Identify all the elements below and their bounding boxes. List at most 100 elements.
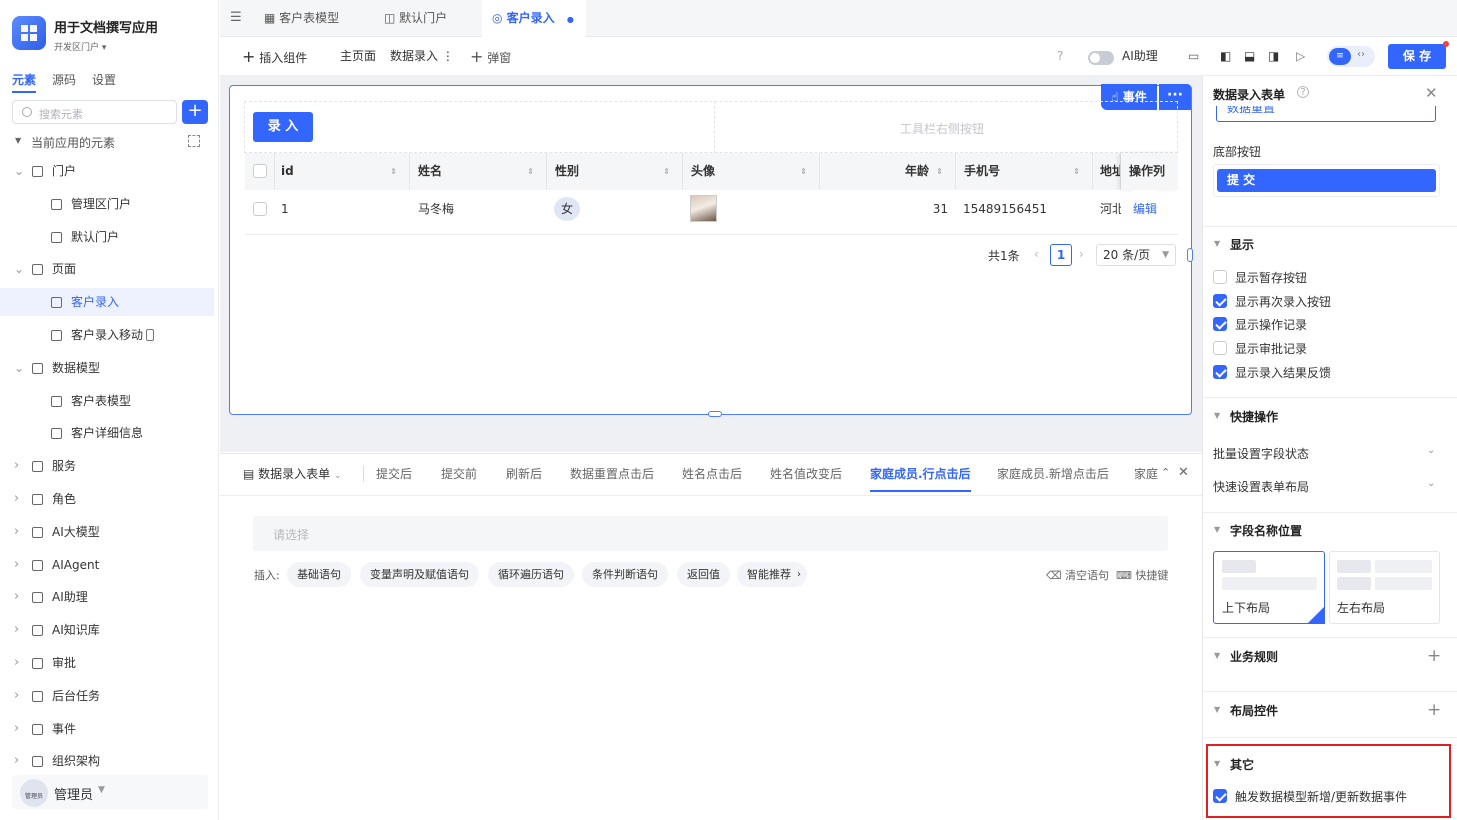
event-tab[interactable]: 姓名值改变后	[770, 465, 842, 482]
tabs-collapse-icon[interactable]: ⌃	[1161, 466, 1170, 479]
sidebar-item[interactable]: › AI知识库	[0, 616, 214, 644]
env-selector[interactable]: 开发区门户 ▾	[54, 40, 106, 53]
design-view-icon[interactable]: ≡	[1329, 48, 1351, 65]
chevron-right-icon[interactable]: ›	[14, 551, 19, 579]
sidebar-item[interactable]: ⌄ 数据模型	[0, 354, 214, 382]
collapse-icon[interactable]: ▼	[1214, 651, 1220, 660]
submit-button[interactable]: 提 交	[1217, 169, 1436, 192]
event-tab[interactable]: 家庭成员.新增点击后	[997, 465, 1109, 482]
select-all-checkbox[interactable]	[253, 164, 267, 178]
collapse-icon[interactable]: ▼	[1214, 411, 1220, 420]
next-page-icon[interactable]: ›	[1079, 247, 1084, 261]
smart-recommend-button[interactable]: 智能推荐 ›	[737, 562, 807, 587]
sidebar-item[interactable]: 管理区门户	[0, 190, 214, 218]
section-field-label-position[interactable]: 字段名称位置	[1230, 522, 1302, 539]
col-header-address[interactable]: 地址	[1093, 153, 1121, 190]
collapse-icon[interactable]: ▼	[15, 136, 21, 145]
page-number[interactable]: 1	[1050, 244, 1072, 266]
add-layout-control-icon[interactable]: +	[1427, 700, 1441, 720]
section-quick-actions[interactable]: 快捷操作	[1230, 408, 1278, 425]
data-entry-breadcrumb[interactable]: 数据录入 ⋮	[390, 37, 454, 76]
section-other[interactable]: 其它	[1230, 756, 1254, 773]
edit-link[interactable]: 编辑	[1133, 190, 1158, 228]
display-option-checkbox[interactable]	[1213, 364, 1227, 379]
tab-default-portal[interactable]: ◫ 默认门户	[380, 0, 480, 37]
section-business-rules[interactable]: 业务规则	[1230, 648, 1278, 665]
event-tab[interactable]: 家庭成员.行点击后	[870, 465, 971, 492]
chevron-right-icon[interactable]: ›	[14, 715, 19, 743]
help-icon[interactable]: ?	[1297, 86, 1309, 98]
insert-variable-statement[interactable]: 变量声明及赋值语句	[360, 562, 479, 587]
tab-elements[interactable]: 元素	[12, 71, 37, 93]
chevron-right-icon[interactable]: ›	[14, 485, 19, 513]
sidebar-item[interactable]: › 事件	[0, 715, 214, 743]
ai-toggle[interactable]	[1088, 51, 1114, 65]
add-rule-icon[interactable]: +	[1427, 646, 1441, 666]
display-option-checkbox[interactable]	[1213, 317, 1227, 332]
save-button[interactable]: 保 存	[1388, 44, 1446, 69]
popup-button[interactable]: + 弹窗	[470, 37, 511, 78]
quick-form-layout[interactable]: 快速设置表单布局	[1213, 478, 1309, 495]
col-header-age[interactable]: 年龄 ⇕	[820, 153, 956, 190]
event-tab[interactable]: 提交后	[376, 465, 412, 482]
sidebar-item[interactable]: 客户录入移动	[0, 321, 214, 349]
event-tab[interactable]: 姓名点击后	[682, 465, 742, 482]
chevron-right-icon[interactable]: ›	[14, 518, 19, 546]
sidebar-item[interactable]: › AI助理	[0, 583, 214, 611]
insert-basic-statement[interactable]: 基础语句	[287, 562, 351, 587]
preview-icon[interactable]: ▷	[1296, 37, 1305, 76]
layout-right-icon[interactable]: ◨	[1268, 37, 1279, 76]
tab-customer-entry[interactable]: ◎ 客户录入 ●	[482, 0, 586, 37]
tab-source[interactable]: 源码	[52, 71, 76, 93]
tab-settings[interactable]: 设置	[92, 71, 116, 93]
col-header-phone[interactable]: 手机号 ⇕	[956, 153, 1093, 190]
collapse-icon[interactable]: ▼	[1214, 525, 1220, 534]
clear-statements-button[interactable]: ⌫ 清空语句	[1046, 567, 1109, 583]
row-checkbox[interactable]	[253, 202, 267, 216]
event-form-selector[interactable]: ▤ 数据录入表单 ⌄	[243, 465, 342, 482]
tab-customer-model[interactable]: ▦ 客户表模型	[260, 0, 370, 37]
batch-field-status[interactable]: 批量设置字段状态	[1213, 445, 1309, 462]
resize-handle-bottom[interactable]	[708, 411, 722, 417]
layout-left-icon[interactable]: ◧	[1220, 37, 1231, 76]
collapse-icon[interactable]: ▼	[1214, 759, 1220, 768]
insert-component-button[interactable]: + 插入组件	[242, 37, 307, 78]
close-panel-icon[interactable]: ✕	[1425, 84, 1438, 102]
sidebar-item[interactable]: › 角色	[0, 485, 214, 513]
sidebar-item[interactable]: › 组织架构	[0, 747, 214, 775]
col-header-gender[interactable]: 性别 ⇕	[547, 153, 683, 190]
toolbar-right-placeholder[interactable]: 工具栏右侧按钮	[900, 120, 984, 137]
reset-button-preview[interactable]: 数据重置	[1216, 106, 1436, 122]
sidebar-item[interactable]: › 后台任务	[0, 682, 214, 710]
close-icon[interactable]: ✕	[1178, 465, 1189, 480]
event-tab[interactable]: 数据重置点击后	[570, 465, 654, 482]
insert-condition-statement[interactable]: 条件判断语句	[582, 562, 668, 587]
event-tab[interactable]: 提交前	[441, 465, 477, 482]
col-header-avatar[interactable]: 头像 ⇕	[683, 153, 820, 190]
sidebar-item[interactable]: 客户表模型	[0, 387, 214, 415]
col-header-id[interactable]: id ⇕	[275, 153, 410, 190]
sidebar-item[interactable]: ⌄ 页面	[0, 255, 214, 283]
insert-loop-statement[interactable]: 循环遍历语句	[488, 562, 574, 587]
section-layout-controls[interactable]: 布局控件	[1230, 702, 1278, 719]
collapse-sidebar-icon[interactable]: ☰	[230, 10, 242, 25]
collapse-icon[interactable]: ▼	[1214, 705, 1220, 714]
prev-page-icon[interactable]: ‹	[1034, 247, 1039, 261]
search-input[interactable]: 搜索元素	[12, 100, 177, 124]
code-view-icon[interactable]: ‹›	[1357, 49, 1365, 60]
event-tab[interactable]: 家庭	[1134, 465, 1158, 482]
insert-return-statement[interactable]: 返回值	[677, 562, 730, 587]
add-element-button[interactable]: +	[182, 100, 208, 124]
page-size-select[interactable]: 20 条/页 ▼	[1096, 244, 1176, 266]
chevron-right-icon[interactable]: ›	[14, 682, 19, 710]
chevron-right-icon[interactable]: ›	[14, 616, 19, 644]
sidebar-item[interactable]: 客户详细信息	[0, 419, 214, 447]
chevron-right-icon[interactable]: ›	[14, 452, 19, 480]
chevron-down-icon[interactable]: ⌄	[14, 157, 24, 185]
layout-option-vertical[interactable]: 上下布局	[1213, 551, 1325, 624]
help-icon[interactable]: ?	[1057, 37, 1063, 76]
section-display[interactable]: 显示	[1230, 236, 1254, 253]
sidebar-item[interactable]: ⌄ 门户	[0, 157, 214, 185]
view-switch[interactable]: ≡ ‹›	[1327, 46, 1375, 67]
enter-button[interactable]: 录 入	[253, 112, 313, 142]
